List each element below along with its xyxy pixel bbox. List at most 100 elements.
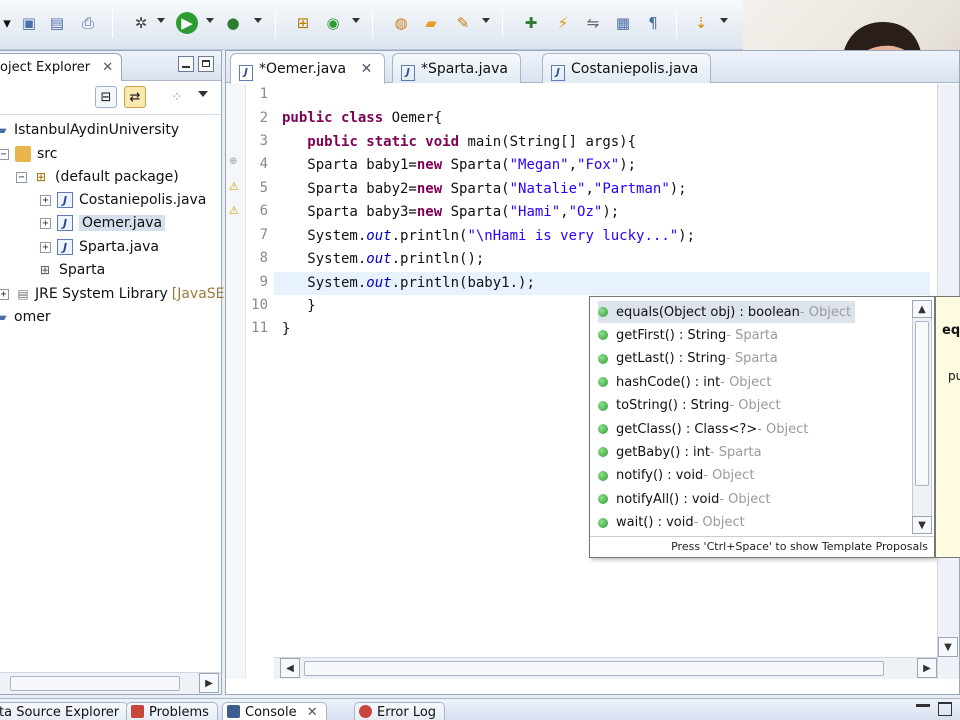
run-icon[interactable]: ▶ — [176, 12, 198, 34]
tab-project-explorer[interactable]: oject Explorer ✕ — [0, 53, 123, 81]
proposal-signature: getClass() : Class<?> — [616, 421, 758, 437]
view-menu-icon[interactable] — [198, 91, 208, 97]
proposal-scrollbar[interactable]: ▲ ▼ — [912, 300, 932, 534]
scroll-left-icon[interactable]: ◀ — [280, 658, 300, 678]
minimize-icon[interactable] — [178, 56, 194, 72]
next-annotation-icon[interactable]: ⇣ — [690, 12, 712, 34]
scroll-down-icon[interactable]: ▼ — [912, 516, 932, 534]
minimize-icon[interactable] — [916, 704, 930, 707]
collapse-toggle-icon[interactable]: − — [0, 148, 9, 160]
tab-label: Error Log — [377, 705, 437, 720]
block-icon[interactable]: ▦ — [612, 12, 634, 34]
proposal-item[interactable]: notifyAll() : void - Object — [598, 488, 771, 510]
code-line[interactable]: } — [282, 295, 315, 318]
tab-oemer-java[interactable]: J *Oemer.java ✕ — [230, 53, 386, 84]
collapse-toggle-icon[interactable]: − — [16, 171, 27, 183]
tab-sparta-java[interactable]: J *Sparta.java — [392, 53, 521, 83]
code-line[interactable]: public class Oemer{ — [282, 107, 442, 130]
debug-icon[interactable]: ✲ — [130, 12, 152, 34]
project-icon: ▰ — [0, 310, 7, 324]
tab-costaniepolis-java[interactable]: J Costaniepolis.java — [542, 53, 712, 83]
code-line[interactable]: Sparta baby2=new Sparta("Natalie","Partm… — [282, 178, 686, 201]
scroll-thumb[interactable] — [304, 661, 884, 676]
code-line[interactable]: } — [282, 318, 290, 341]
scroll-right-icon[interactable]: ▶ — [199, 673, 219, 693]
proposal-item[interactable]: hashCode() : int - Object — [598, 371, 771, 393]
collapse-all-icon[interactable]: ⊟ — [95, 86, 117, 108]
code-line[interactable]: System.out.println(); — [282, 248, 484, 271]
proposal-item[interactable]: wait() : void - Object — [598, 512, 745, 534]
tab-problems[interactable]: Problems — [126, 702, 218, 720]
tree-jre-library[interactable]: + ▤ JRE System Library [JavaSE- — [0, 283, 230, 305]
link-with-editor-icon[interactable]: ⇄ — [124, 86, 146, 108]
new-class-icon[interactable]: ◉ — [322, 12, 344, 34]
scroll-right-icon[interactable]: ▶ — [917, 658, 937, 678]
annotation-ruler: ⊕ ⚠ ⚠ — [226, 84, 246, 679]
open-folder-icon[interactable]: ▰ — [420, 12, 442, 34]
new-package-icon[interactable]: ⊞ — [292, 12, 314, 34]
external-tools-icon[interactable]: ● — [222, 12, 244, 34]
tab-source-explorer[interactable]: ta Source Explorer — [0, 702, 129, 720]
scroll-up-icon[interactable]: ▲ — [912, 300, 932, 318]
console-icon — [227, 705, 240, 718]
run-dropdown-icon[interactable] — [206, 18, 214, 23]
code-line[interactable]: public static void main(String[] args){ — [282, 131, 636, 154]
next-annotation-dropdown-icon[interactable] — [720, 18, 728, 23]
search-dropdown-icon[interactable] — [482, 18, 490, 23]
warning-marker-icon: ⚠ — [229, 204, 239, 217]
paragraph-icon[interactable]: ¶ — [642, 12, 664, 34]
proposal-item[interactable]: equals(Object obj) : boolean - Object — [598, 301, 856, 323]
tree-folder-src[interactable]: − src — [0, 143, 57, 165]
tree-project-omer[interactable]: ▰ omer — [0, 306, 51, 328]
proposal-item[interactable]: getFirst() : String - Sparta — [598, 324, 778, 346]
code-text: ); — [602, 204, 620, 220]
maximize-icon[interactable] — [198, 56, 214, 72]
tree-file-sparta[interactable]: + J Sparta.java — [40, 236, 159, 258]
close-icon[interactable]: ✕ — [307, 705, 318, 720]
new-class-dropdown-icon[interactable] — [352, 18, 360, 23]
tree-file-costaniepolis[interactable]: + J Costaniepolis.java — [40, 189, 206, 211]
editor-hscrollbar[interactable]: ◀ ▶ — [274, 657, 937, 679]
print-icon[interactable]: ⎙ — [77, 12, 99, 34]
expand-toggle-icon[interactable]: + — [40, 217, 51, 229]
code-line[interactable]: Sparta baby3=new Sparta("Hami","Oz"); — [282, 201, 619, 224]
tree-project-istanbul[interactable]: ▰ IstanbulAydinUniversity — [0, 119, 179, 141]
expand-toggle-icon[interactable]: + — [40, 194, 51, 206]
scroll-thumb[interactable] — [915, 321, 929, 486]
tab-error-log[interactable]: Error Log — [354, 702, 446, 720]
code-line[interactable]: Sparta baby1=new Sparta("Megan","Fox"); — [282, 154, 636, 177]
proposal-item[interactable]: getBaby() : int - Sparta — [598, 441, 762, 463]
close-icon[interactable]: ✕ — [361, 61, 373, 77]
tree-default-package[interactable]: − ⊞ (default package) — [16, 166, 179, 188]
toggle-icon[interactable]: ⇋ — [582, 12, 604, 34]
tree-class-sparta[interactable]: ⊞ Sparta — [37, 259, 105, 281]
filter-icon[interactable]: ⁘ — [166, 86, 188, 108]
close-icon[interactable]: ✕ — [102, 60, 113, 75]
explorer-hscrollbar[interactable]: ▶ — [0, 672, 221, 694]
tab-console[interactable]: Console ✕ — [222, 702, 327, 720]
maximize-icon[interactable] — [938, 702, 952, 716]
highlight-icon[interactable]: ⚡ — [552, 12, 574, 34]
proposal-item[interactable]: getClass() : Class<?> - Object — [598, 418, 808, 440]
code-line[interactable]: System.out.println(baby1.); — [282, 272, 535, 295]
save-all-icon[interactable]: ▤ — [46, 12, 68, 34]
debug-dropdown-icon[interactable] — [157, 18, 165, 23]
external-tools-dropdown-icon[interactable] — [254, 18, 262, 23]
code-line[interactable]: System.out.println("\nHami is very lucky… — [282, 225, 695, 248]
tree-file-oemer[interactable]: + J Oemer.java — [40, 212, 166, 234]
scroll-thumb[interactable] — [10, 676, 180, 691]
new-icon[interactable]: ▾ — [0, 12, 18, 34]
tab-label: Console — [245, 705, 297, 720]
search-icon[interactable]: ✎ — [452, 12, 474, 34]
proposal-item[interactable]: getLast() : String - Sparta — [598, 348, 778, 370]
expand-toggle-icon[interactable]: + — [40, 241, 51, 253]
expand-toggle-icon[interactable]: + — [0, 288, 9, 300]
save-icon[interactable]: ▣ — [18, 12, 40, 34]
open-type-icon[interactable]: ◍ — [390, 12, 412, 34]
annotation-icon[interactable]: ✚ — [520, 12, 542, 34]
proposal-item[interactable]: toString() : String - Object — [598, 395, 781, 417]
javadoc-text: pu — [948, 369, 960, 383]
code-text: ); — [678, 228, 696, 244]
proposal-item[interactable]: notify() : void - Object — [598, 465, 754, 487]
scroll-down-icon[interactable]: ▼ — [938, 637, 958, 657]
